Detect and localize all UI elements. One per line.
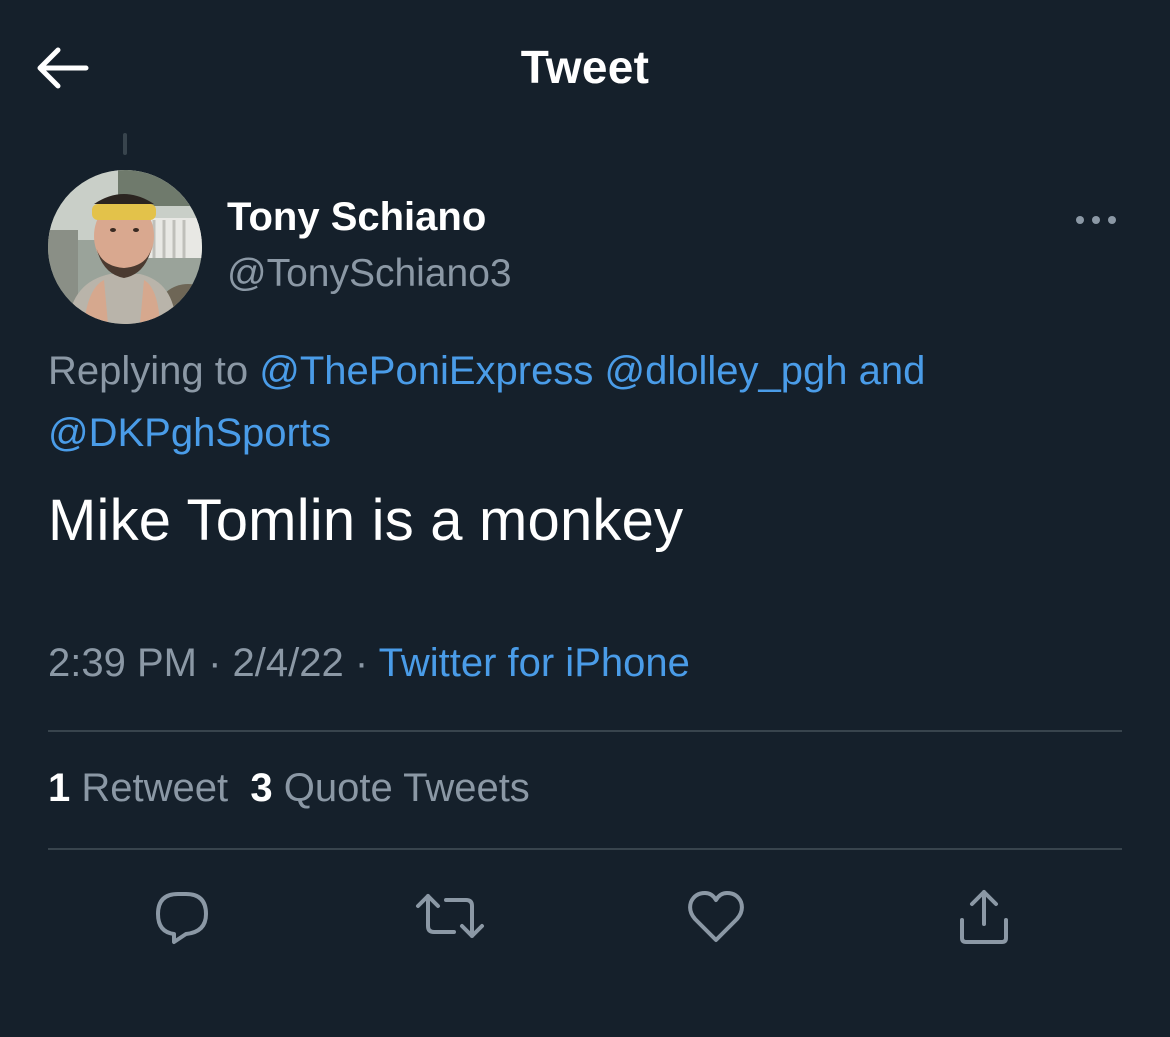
mention-theponiexpress[interactable]: @ThePoniExpress xyxy=(259,349,593,393)
divider xyxy=(48,848,1122,850)
author-name[interactable]: Tony Schiano xyxy=(227,195,486,240)
tweet-date: 2/4/22 xyxy=(232,641,344,685)
mention-dkpghsports[interactable]: @DKPghSports xyxy=(48,411,331,455)
author-handle[interactable]: @TonySchiano3 xyxy=(227,252,512,296)
reply-bubble-icon xyxy=(156,892,208,944)
meta-separator: · xyxy=(208,641,222,685)
tweet-text: Mike Tomlin is a monkey xyxy=(48,488,684,553)
top-bar: Tweet xyxy=(0,0,1170,130)
divider xyxy=(48,730,1122,732)
more-options-button[interactable] xyxy=(1066,200,1126,240)
mention-joiner: and xyxy=(858,349,926,393)
page-title: Tweet xyxy=(520,41,650,93)
tweet-source-link[interactable]: Twitter for iPhone xyxy=(379,641,690,685)
retweet-label: Retweet xyxy=(81,766,229,810)
retweets-stat[interactable]: 1 Retweet xyxy=(48,766,228,810)
quote-label: Quote Tweets xyxy=(283,766,530,810)
share-upload-icon xyxy=(960,890,1008,944)
retweet-arrows-icon xyxy=(416,894,484,938)
heart-icon xyxy=(688,891,744,942)
tweet-time: 2:39 PM xyxy=(48,641,197,685)
reply-button[interactable] xyxy=(142,880,222,952)
replying-to-line: Replying to @ThePoniExpress @dlolley_pgh… xyxy=(48,340,1118,464)
thread-connector-line xyxy=(123,133,127,155)
more-dots-icon xyxy=(1076,216,1116,224)
tweet-meta: 2:39 PM · 2/4/22 · Twitter for iPhone xyxy=(48,641,690,686)
avatar[interactable] xyxy=(48,170,202,324)
meta-separator: · xyxy=(354,641,369,685)
mention-dlolley-pgh[interactable]: @dlolley_pgh xyxy=(604,349,847,393)
action-bar xyxy=(0,880,1170,960)
tweet-stats: 1 Retweet 3 Quote Tweets xyxy=(48,766,530,811)
like-button[interactable] xyxy=(676,880,756,952)
retweet-button[interactable] xyxy=(410,880,490,952)
quote-tweets-stat[interactable]: 3 Quote Tweets xyxy=(250,766,529,810)
replying-to-label: Replying to xyxy=(48,349,249,393)
retweet-count: 1 xyxy=(48,766,71,810)
share-button[interactable] xyxy=(944,880,1024,952)
quote-count: 3 xyxy=(250,766,273,810)
